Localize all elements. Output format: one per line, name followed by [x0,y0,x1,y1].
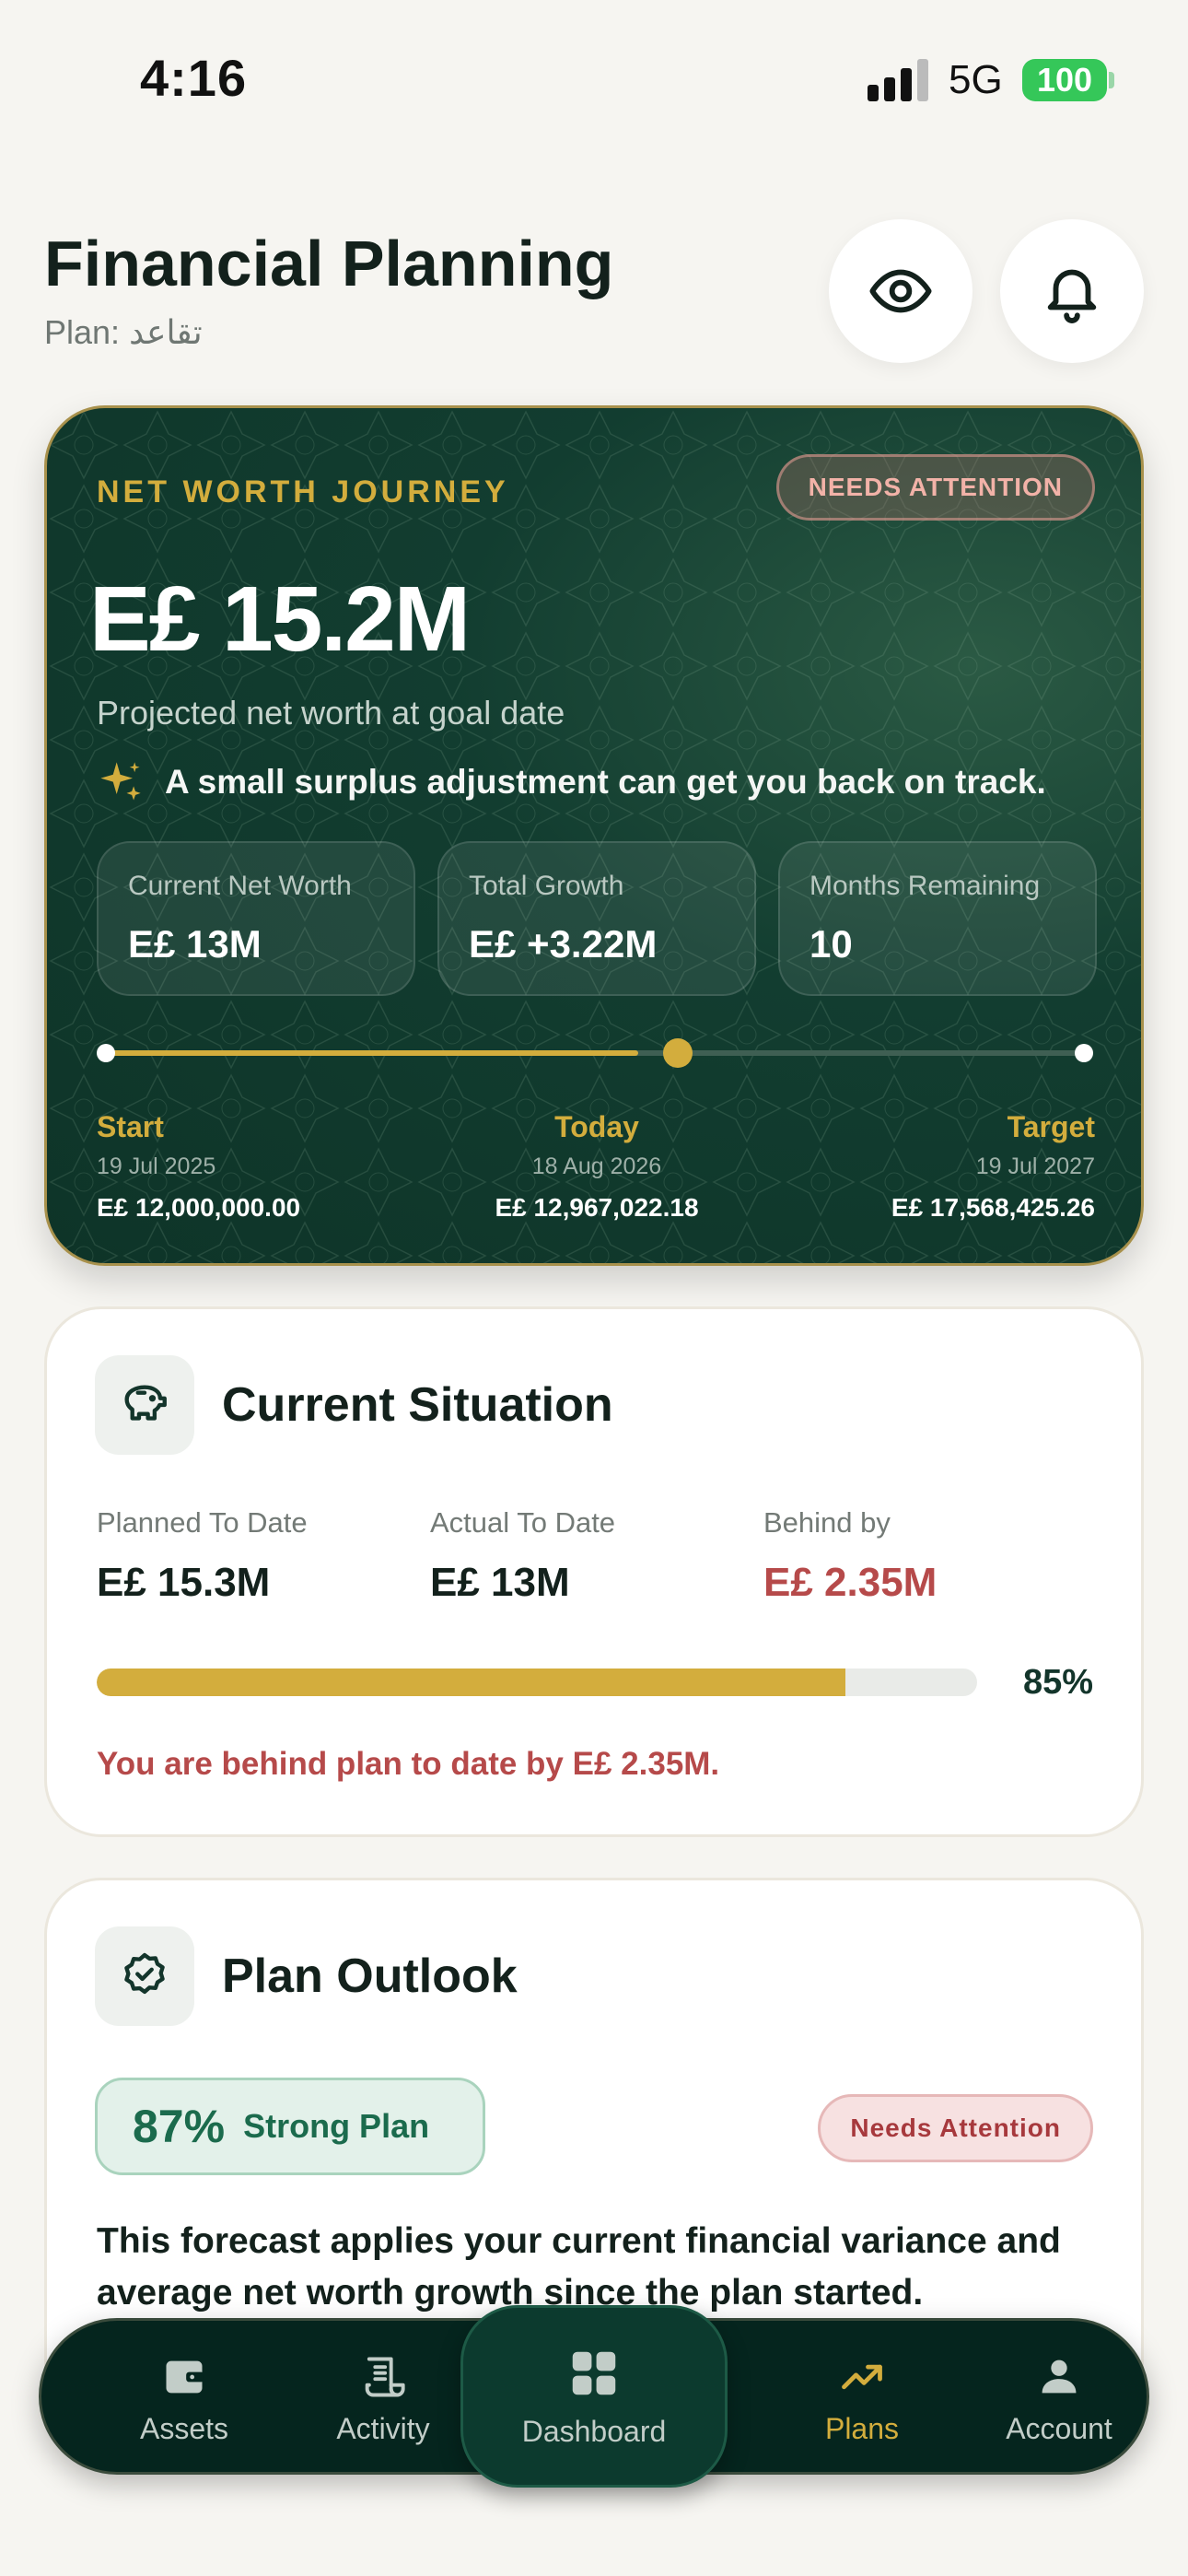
planned-label: Planned To Date [97,1506,308,1539]
timeline-start-amount: E£ 12,000,000.00 [97,1193,301,1222]
page-title: Financial Planning [44,228,614,299]
tip-row: A small surplus adjustment can get you b… [97,758,1046,806]
sparkles-icon [100,762,141,801]
timeline-today: Today 18 Aug 2026 E£ 12,967,022.18 [413,1110,781,1223]
trending-up-icon [842,2364,882,2389]
plan-name: Plan: تقاعد [44,313,203,351]
current-situation-card[interactable]: Current Situation Planned To Date E£ 15.… [44,1306,1144,1837]
timeline-target-label: Target [1007,1110,1095,1143]
timeline-today-date: 18 Aug 2026 [531,1153,662,1179]
signal-icon [868,57,930,101]
plan-score-label: Strong Plan [243,2107,430,2145]
nav-label: Account [1006,2411,1112,2445]
card-icon-wrap [95,1926,194,2026]
wallet-icon [166,2360,204,2393]
behind-message: You are behind plan to date by E£ 2.35M. [97,1746,720,1782]
stat-value: E£ 13M [128,922,262,966]
progress-percent: 85% [1022,1663,1093,1702]
behind-value: E£ 2.35M [763,1560,938,1605]
planned-value: E£ 15.3M [97,1560,271,1605]
nav-item-plans[interactable]: Plans [775,2321,949,2477]
card-icon-wrap [95,1355,194,1455]
stat-total-growth: Total Growth E£ +3.22M [437,841,756,996]
stat-months-remaining: Months Remaining 10 [778,841,1097,996]
timeline-today-dot [663,1038,693,1068]
nav-item-dashboard[interactable]: Dashboard [460,2305,728,2488]
actual-to-date: Actual To Date E£ 13M [430,1506,615,1606]
timeline-today-amount: E£ 12,967,022.18 [495,1193,699,1222]
timeline-target-amount: E£ 17,568,425.26 [891,1193,1095,1222]
behind-label: Behind by [763,1506,891,1539]
battery-icon: 100 [1022,59,1107,101]
forecast-text: This forecast applies your current finan… [97,2221,1061,2313]
plan-score: 87% [133,2101,226,2152]
actual-value: E£ 13M [430,1560,570,1605]
user-icon [1042,2359,1077,2393]
badge-check-icon [124,1952,165,1995]
timeline-today-label: Today [554,1110,639,1143]
timeline-target: Target 19 Jul 2027 E£ 17,568,425.26 [891,1110,1095,1223]
net-worth-card[interactable]: NET WORTH JOURNEY NEEDS ATTENTION E£ 15.… [44,405,1144,1266]
actual-label: Actual To Date [430,1506,616,1539]
stat-label: Total Growth [469,871,624,901]
status-badge: NEEDS ATTENTION [775,454,1095,521]
tip-text: A small surplus adjustment can get you b… [165,763,1046,801]
nav-label: Assets [139,2411,229,2445]
bell-icon [1047,269,1097,323]
net-worth-caption: Projected net worth at goal date [97,694,565,732]
planned-to-date: Planned To Date E£ 15.3M [97,1506,308,1606]
timeline-start-date: 19 Jul 2025 [97,1153,216,1179]
timeline-target-date: 19 Jul 2027 [975,1153,1095,1179]
net-worth-label: NET WORTH JOURNEY [97,474,509,509]
status-bar: 4:16 5G 100 [0,0,1188,157]
stat-current-net-worth: Current Net Worth E£ 13M [97,841,415,996]
grid-icon [572,2351,616,2395]
status-time: 4:16 [140,49,248,107]
nav-label: Dashboard [521,2414,667,2448]
eye-icon [869,269,932,313]
plan-score-pill: 87% Strong Plan [95,2078,485,2175]
timeline-target-dot [1075,1044,1093,1062]
stat-value: E£ +3.22M [469,922,658,966]
progress-bar [97,1669,977,1696]
nav-label: Activity [336,2411,430,2445]
timeline-start-dot [97,1044,115,1062]
behind-by: Behind by E£ 2.35M [763,1506,937,1606]
nav-item-account[interactable]: Account [972,2321,1147,2477]
stat-label: Months Remaining [809,871,1041,901]
network-label: 5G [949,57,1003,102]
toggle-visibility-button[interactable] [829,219,973,363]
receipt-icon [365,2357,405,2396]
notifications-button[interactable] [1000,219,1144,363]
timeline-start: Start 19 Jul 2025 E£ 12,000,000.00 [97,1110,300,1223]
stat-label: Current Net Worth [128,871,352,901]
progress-fill [97,1669,845,1696]
timeline-start-label: Start [97,1110,164,1143]
piggy-bank-icon [124,1385,167,1421]
nav-item-assets[interactable]: Assets [97,2321,272,2477]
stat-value: 10 [809,922,853,966]
nav-label: Plans [824,2411,900,2445]
nav-item-activity[interactable]: Activity [296,2321,471,2477]
timeline-progress [104,1050,638,1056]
card-title: Plan Outlook [222,1950,518,2003]
projected-net-worth: E£ 15.2M [89,568,471,671]
battery-tip [1109,72,1114,88]
card-title: Current Situation [222,1378,613,1432]
status-badge: Needs Attention [818,2094,1093,2162]
